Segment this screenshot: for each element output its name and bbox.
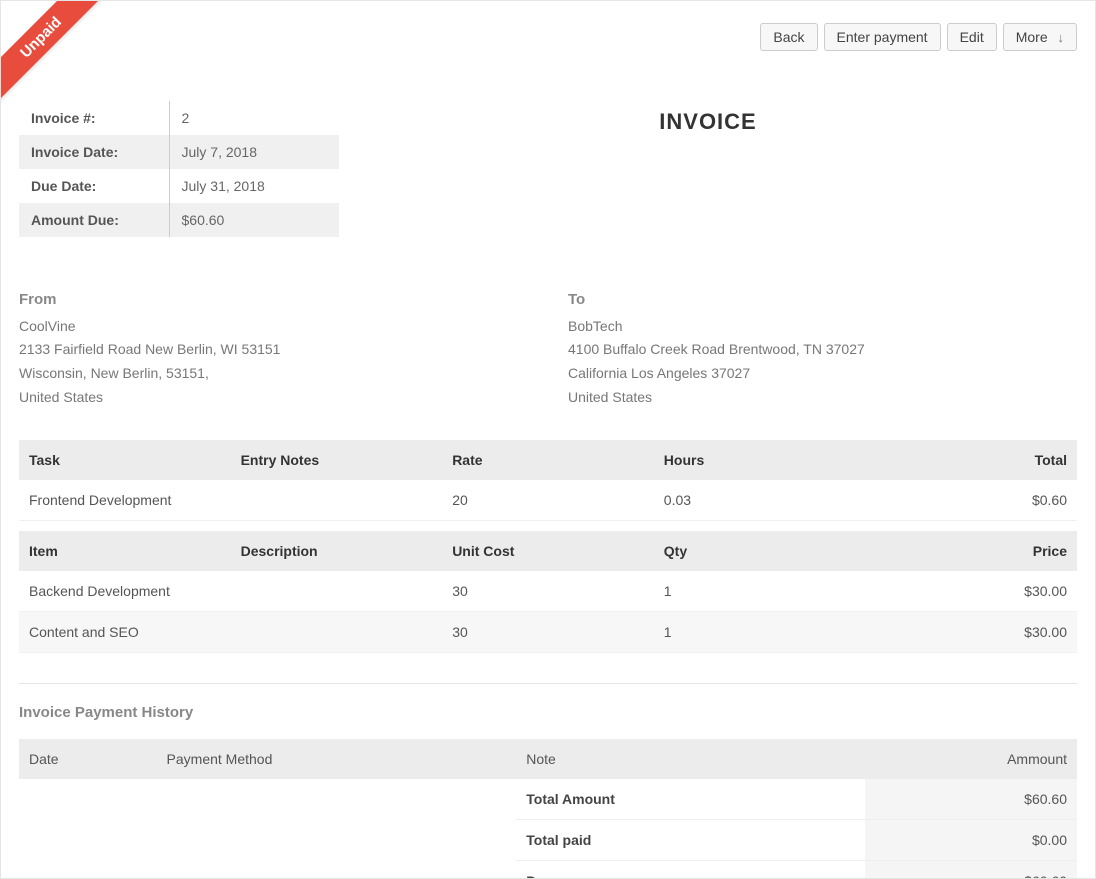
- to-block: To BobTech 4100 Buffalo Creek Road Brent…: [568, 287, 1077, 410]
- payment-history-heading: Invoice Payment History: [19, 704, 1077, 721]
- cell-desc: [231, 571, 443, 612]
- th-date: Date: [19, 739, 157, 779]
- from-heading: From: [19, 287, 528, 313]
- table-row: Backend Development 30 1 $30.00: [19, 571, 1077, 612]
- th-total: Total: [865, 440, 1077, 480]
- action-toolbar: Back Enter payment Edit More ↓: [760, 23, 1077, 51]
- back-button[interactable]: Back: [760, 23, 817, 51]
- invoice-content: Invoice #: 2 Invoice Date: July 7, 2018 …: [1, 1, 1095, 879]
- cell-hours: 0.03: [654, 480, 866, 521]
- cell-price: $30.00: [865, 571, 1077, 612]
- from-line1: 2133 Fairfield Road New Berlin, WI 53151: [19, 338, 528, 362]
- invoice-meta-table: Invoice #: 2 Invoice Date: July 7, 2018 …: [19, 101, 339, 237]
- meta-value-date: July 7, 2018: [169, 135, 339, 169]
- page-title: INVOICE: [339, 101, 1077, 135]
- totals-row-total-paid: Total paid $0.00: [19, 819, 1077, 860]
- th-method: Payment Method: [157, 739, 517, 779]
- cell-unitcost: 30: [442, 611, 654, 652]
- edit-button[interactable]: Edit: [947, 23, 997, 51]
- meta-label-number: Invoice #:: [19, 101, 169, 135]
- total-amount-label: Total Amount: [516, 779, 865, 820]
- th-note: Note: [516, 739, 865, 779]
- cell-notes: [231, 480, 443, 521]
- th-unitcost: Unit Cost: [442, 531, 654, 571]
- meta-label-amount-due: Amount Due:: [19, 203, 169, 237]
- chevron-down-icon: ↓: [1058, 30, 1065, 45]
- th-hours: Hours: [654, 440, 866, 480]
- cell-total: $0.60: [865, 480, 1077, 521]
- total-paid-label: Total paid: [516, 819, 865, 860]
- th-rate: Rate: [442, 440, 654, 480]
- cell-qty: 1: [654, 571, 866, 612]
- total-paid-value: $0.00: [865, 819, 1077, 860]
- th-notes: Entry Notes: [231, 440, 443, 480]
- th-task: Task: [19, 440, 231, 480]
- divider: [19, 683, 1077, 684]
- more-button[interactable]: More ↓: [1003, 23, 1077, 51]
- due-value: $60.60: [865, 860, 1077, 879]
- cell-price: $30.00: [865, 611, 1077, 652]
- total-amount-value: $60.60: [865, 779, 1077, 820]
- from-line2: Wisconsin, New Berlin, 53151,: [19, 362, 528, 386]
- due-label: Due: [516, 860, 865, 879]
- th-price: Price: [865, 531, 1077, 571]
- to-country: United States: [568, 386, 1077, 410]
- totals-row-due: Due $60.60: [19, 860, 1077, 879]
- more-button-label: More: [1016, 29, 1048, 45]
- from-name: CoolVine: [19, 315, 528, 339]
- tasks-table: Task Entry Notes Rate Hours Total Fronte…: [19, 440, 1077, 521]
- totals-row-total-amount: Total Amount $60.60: [19, 779, 1077, 820]
- th-qty: Qty: [654, 531, 866, 571]
- th-item: Item: [19, 531, 231, 571]
- enter-payment-button[interactable]: Enter payment: [824, 23, 941, 51]
- cell-unitcost: 30: [442, 571, 654, 612]
- to-line2: California Los Angeles 37027: [568, 362, 1077, 386]
- cell-item: Backend Development: [19, 571, 231, 612]
- invoice-page: Unpaid Back Enter payment Edit More ↓ In…: [0, 0, 1096, 879]
- cell-item: Content and SEO: [19, 611, 231, 652]
- to-line1: 4100 Buffalo Creek Road Brentwood, TN 37…: [568, 338, 1077, 362]
- meta-label-due: Due Date:: [19, 169, 169, 203]
- payment-history-table: Date Payment Method Note Ammount Total A…: [19, 739, 1077, 879]
- cell-rate: 20: [442, 480, 654, 521]
- cell-task: Frontend Development: [19, 480, 231, 521]
- cell-qty: 1: [654, 611, 866, 652]
- meta-value-number: 2: [169, 101, 339, 135]
- from-country: United States: [19, 386, 528, 410]
- cell-desc: [231, 611, 443, 652]
- meta-value-due: July 31, 2018: [169, 169, 339, 203]
- th-amount: Ammount: [865, 739, 1077, 779]
- meta-label-date: Invoice Date:: [19, 135, 169, 169]
- from-block: From CoolVine 2133 Fairfield Road New Be…: [19, 287, 528, 410]
- to-name: BobTech: [568, 315, 1077, 339]
- items-table: Item Description Unit Cost Qty Price Bac…: [19, 531, 1077, 653]
- table-row: Content and SEO 30 1 $30.00: [19, 611, 1077, 652]
- meta-value-amount-due: $60.60: [169, 203, 339, 237]
- th-desc: Description: [231, 531, 443, 571]
- to-heading: To: [568, 287, 1077, 313]
- table-row: Frontend Development 20 0.03 $0.60: [19, 480, 1077, 521]
